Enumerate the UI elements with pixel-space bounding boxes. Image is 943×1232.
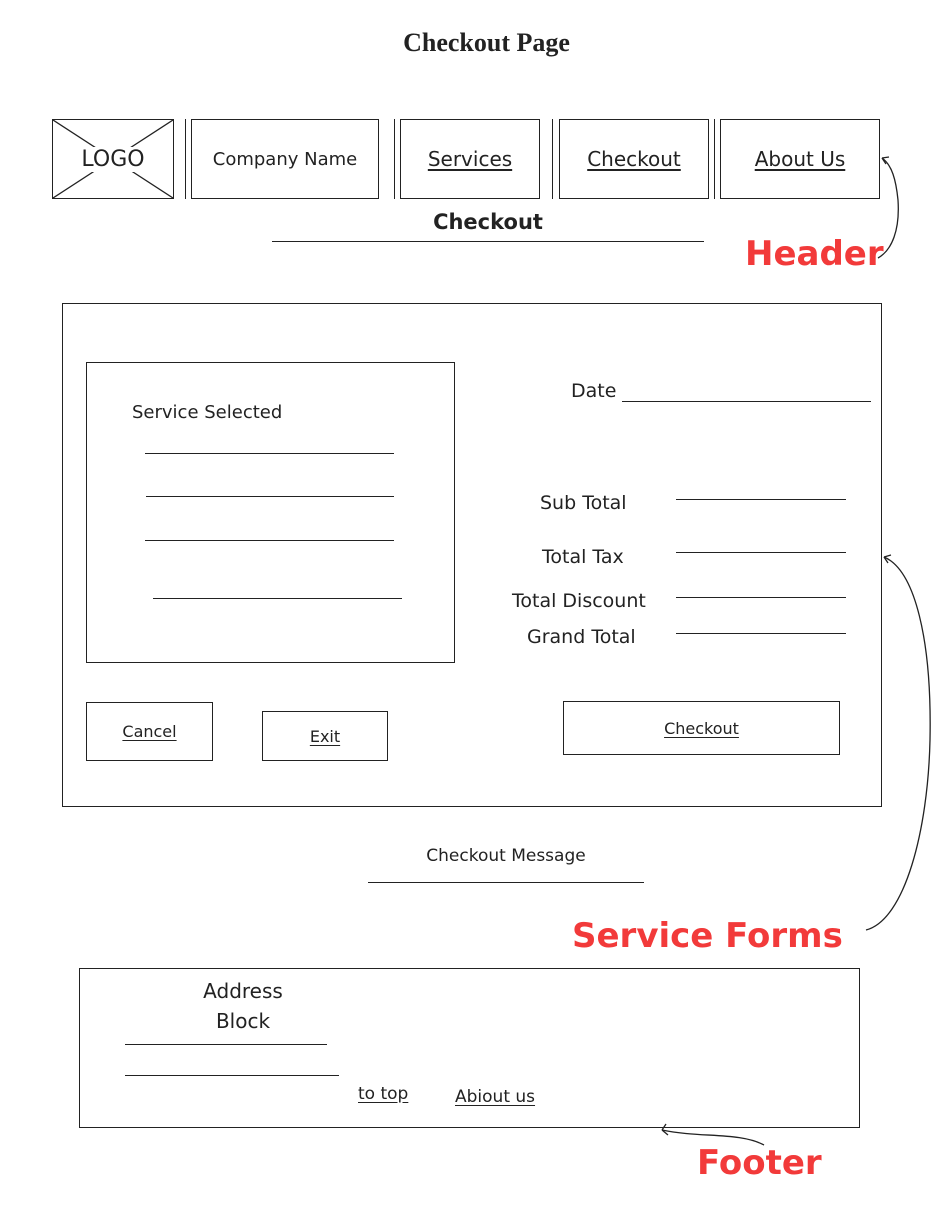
annotation-arrows bbox=[661, 156, 931, 1146]
header-arrow bbox=[877, 157, 899, 259]
footer-arrowhead bbox=[661, 1123, 669, 1136]
service-forms-arrow bbox=[865, 556, 931, 931]
footer-arrow bbox=[661, 1129, 765, 1146]
